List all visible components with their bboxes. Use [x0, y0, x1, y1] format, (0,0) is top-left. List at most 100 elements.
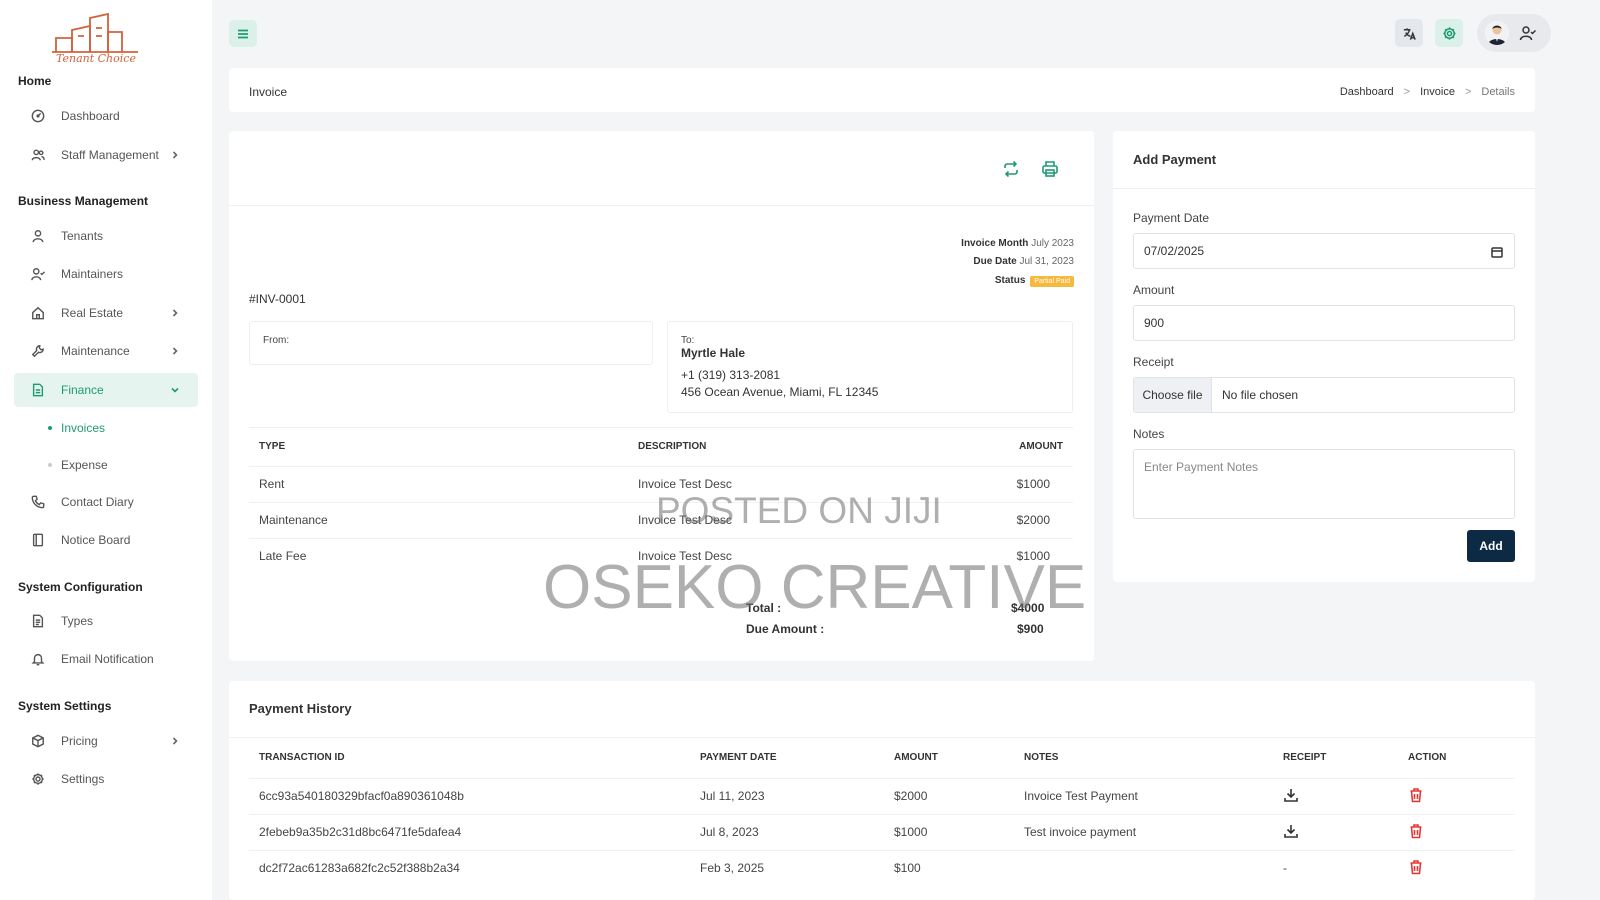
notes-textarea[interactable] [1133, 449, 1515, 519]
sidebar-item-label: Maintainers [61, 267, 124, 281]
action-cell [1398, 777, 1515, 814]
sidebar-item-email-notification[interactable]: Email Notification [14, 642, 198, 676]
sidebar-item-real-estate[interactable]: Real Estate [14, 296, 198, 330]
payment-date: Jul 11, 2023 [690, 777, 884, 814]
receipt-cell [1273, 813, 1398, 850]
table-row: 6cc93a540180329bfacf0a890361048b Jul 11,… [249, 777, 1515, 814]
delete-payment-button[interactable] [1408, 787, 1424, 806]
amount-value: 900 [1144, 316, 1165, 330]
amount-label: Amount [1133, 283, 1175, 297]
column-header-transaction-id: TRANSACTION ID [259, 752, 345, 764]
sidebar-subitem-invoices[interactable]: Invoices [48, 421, 105, 435]
item-type: Rent [249, 465, 628, 502]
payment-amount: $2000 [884, 777, 1014, 814]
bell-icon [31, 652, 45, 666]
gear-icon [1442, 26, 1456, 40]
transaction-id: 6cc93a540180329bfacf0a890361048b [249, 777, 690, 814]
user-profile-menu[interactable] [1477, 14, 1551, 52]
item-type: Maintenance [249, 501, 628, 538]
payment-date-input[interactable]: 07/02/2025 [1133, 233, 1515, 269]
menu-toggle-button[interactable] [229, 20, 257, 47]
package-icon [31, 734, 45, 748]
sidebar-item-label: Dashboard [61, 109, 120, 123]
status-row: Status Partial Paid [995, 275, 1074, 287]
user-check-icon [31, 267, 45, 281]
repeat-icon [1004, 160, 1018, 178]
sidebar-item-notice-board[interactable]: Notice Board [14, 523, 198, 557]
print-button[interactable] [1041, 160, 1059, 178]
sidebar-item-tenants[interactable]: Tenants [14, 219, 198, 253]
sidebar-item-staff-management[interactable]: Staff Management [14, 138, 198, 172]
from-box: From: [249, 321, 653, 365]
column-header-description: DESCRIPTION [638, 441, 707, 453]
sidebar-item-label: Real Estate [61, 306, 124, 320]
breadcrumb-dashboard[interactable]: Dashboard [1340, 86, 1394, 98]
person-avatar-icon [1485, 21, 1509, 45]
download-receipt-button[interactable] [1283, 788, 1299, 806]
invoice-card: Invoice Month July 2023 Due Date Jul 31,… [229, 131, 1094, 661]
document-icon [31, 614, 45, 628]
brand-logo[interactable]: Tenant Choice [50, 12, 150, 70]
payment-history-title: Payment History [249, 701, 352, 716]
table-header-row: TYPE DESCRIPTION AMOUNT [249, 428, 1073, 466]
delete-payment-button[interactable] [1408, 823, 1424, 842]
users-icon [31, 148, 45, 162]
add-payment-button[interactable]: Add [1467, 530, 1515, 562]
gear-icon [31, 772, 45, 786]
choose-file-button[interactable]: Choose file [1134, 378, 1212, 412]
settings-button[interactable] [1435, 19, 1463, 47]
sidebar-item-pricing[interactable]: Pricing [14, 724, 198, 758]
calendar-icon[interactable] [1491, 246, 1503, 258]
amount-input[interactable]: 900 [1133, 305, 1515, 341]
chevron-down-icon [170, 384, 180, 394]
bullet-icon [48, 426, 52, 430]
sidebar-item-types[interactable]: Types [14, 604, 198, 638]
table-header-row: TRANSACTION ID PAYMENT DATE AMOUNT NOTES… [249, 738, 1515, 778]
user-icon [31, 229, 45, 243]
section-title-system-settings: System Settings [18, 699, 112, 713]
page-title: Invoice [249, 85, 288, 99]
sidebar-item-label: Settings [61, 772, 105, 786]
download-receipt-button[interactable] [1283, 824, 1299, 842]
sidebar-subitem-expense[interactable]: Expense [48, 458, 108, 472]
trash-icon [1410, 859, 1422, 875]
due-amount-label: Due Amount : [746, 622, 825, 636]
section-title-business: Business Management [18, 194, 149, 208]
refresh-button[interactable] [1002, 160, 1020, 178]
sidebar-item-settings[interactable]: Settings [14, 762, 198, 796]
receipt-file-input[interactable]: Choose file No file chosen [1133, 377, 1515, 413]
sidebar-item-dashboard[interactable]: Dashboard [14, 99, 198, 133]
sidebar-item-label: Types [61, 614, 94, 628]
language-button[interactable] [1395, 19, 1423, 47]
receipt-cell [1273, 777, 1398, 814]
user-check-icon [1519, 26, 1537, 41]
sidebar-item-finance[interactable]: Finance [14, 373, 198, 407]
bullet-icon [48, 463, 52, 467]
table-row: dc2f72ac61283a682fc2c52f388b2a34 Feb 3, … [249, 849, 1515, 886]
status-label: Status [994, 275, 1026, 286]
add-payment-card: Add Payment Payment Date 07/02/2025 Amou… [1113, 131, 1535, 582]
sidebar-item-maintainers[interactable]: Maintainers [14, 257, 198, 291]
payment-date: Feb 3, 2025 [690, 849, 884, 886]
breadcrumb-invoice[interactable]: Invoice [1420, 86, 1455, 98]
sidebar-item-maintenance[interactable]: Maintenance [14, 334, 198, 368]
item-type: Late Fee [249, 537, 628, 574]
sidebar-subitem-label: Invoices [61, 421, 106, 435]
item-amount: $1000 [953, 537, 1073, 574]
chevron-right-icon [170, 735, 180, 745]
section-title-home: Home [18, 74, 52, 88]
sidebar-item-contact-diary[interactable]: Contact Diary [14, 485, 198, 519]
column-header-type: TYPE [259, 441, 286, 453]
to-box: To: Myrtle Hale +1 (319) 313-2081 456 Oc… [667, 321, 1073, 413]
hamburger-icon [238, 29, 248, 38]
delete-payment-button[interactable] [1408, 859, 1424, 878]
action-cell [1398, 849, 1515, 886]
column-header-amount: AMOUNT [1019, 441, 1063, 453]
item-description: Invoice Test Desc [628, 465, 953, 502]
payment-history-table: TRANSACTION ID PAYMENT DATE AMOUNT NOTES… [249, 738, 1515, 886]
dashboard-icon [31, 109, 45, 123]
page-header: Invoice Dashboard > Invoice > Details [229, 68, 1535, 112]
chevron-right-icon [170, 307, 180, 317]
table-row: 2febeb9a35b2c31d8bc6471fe5dafea4 Jul 8, … [249, 813, 1515, 850]
payment-amount: $100 [884, 849, 1014, 886]
